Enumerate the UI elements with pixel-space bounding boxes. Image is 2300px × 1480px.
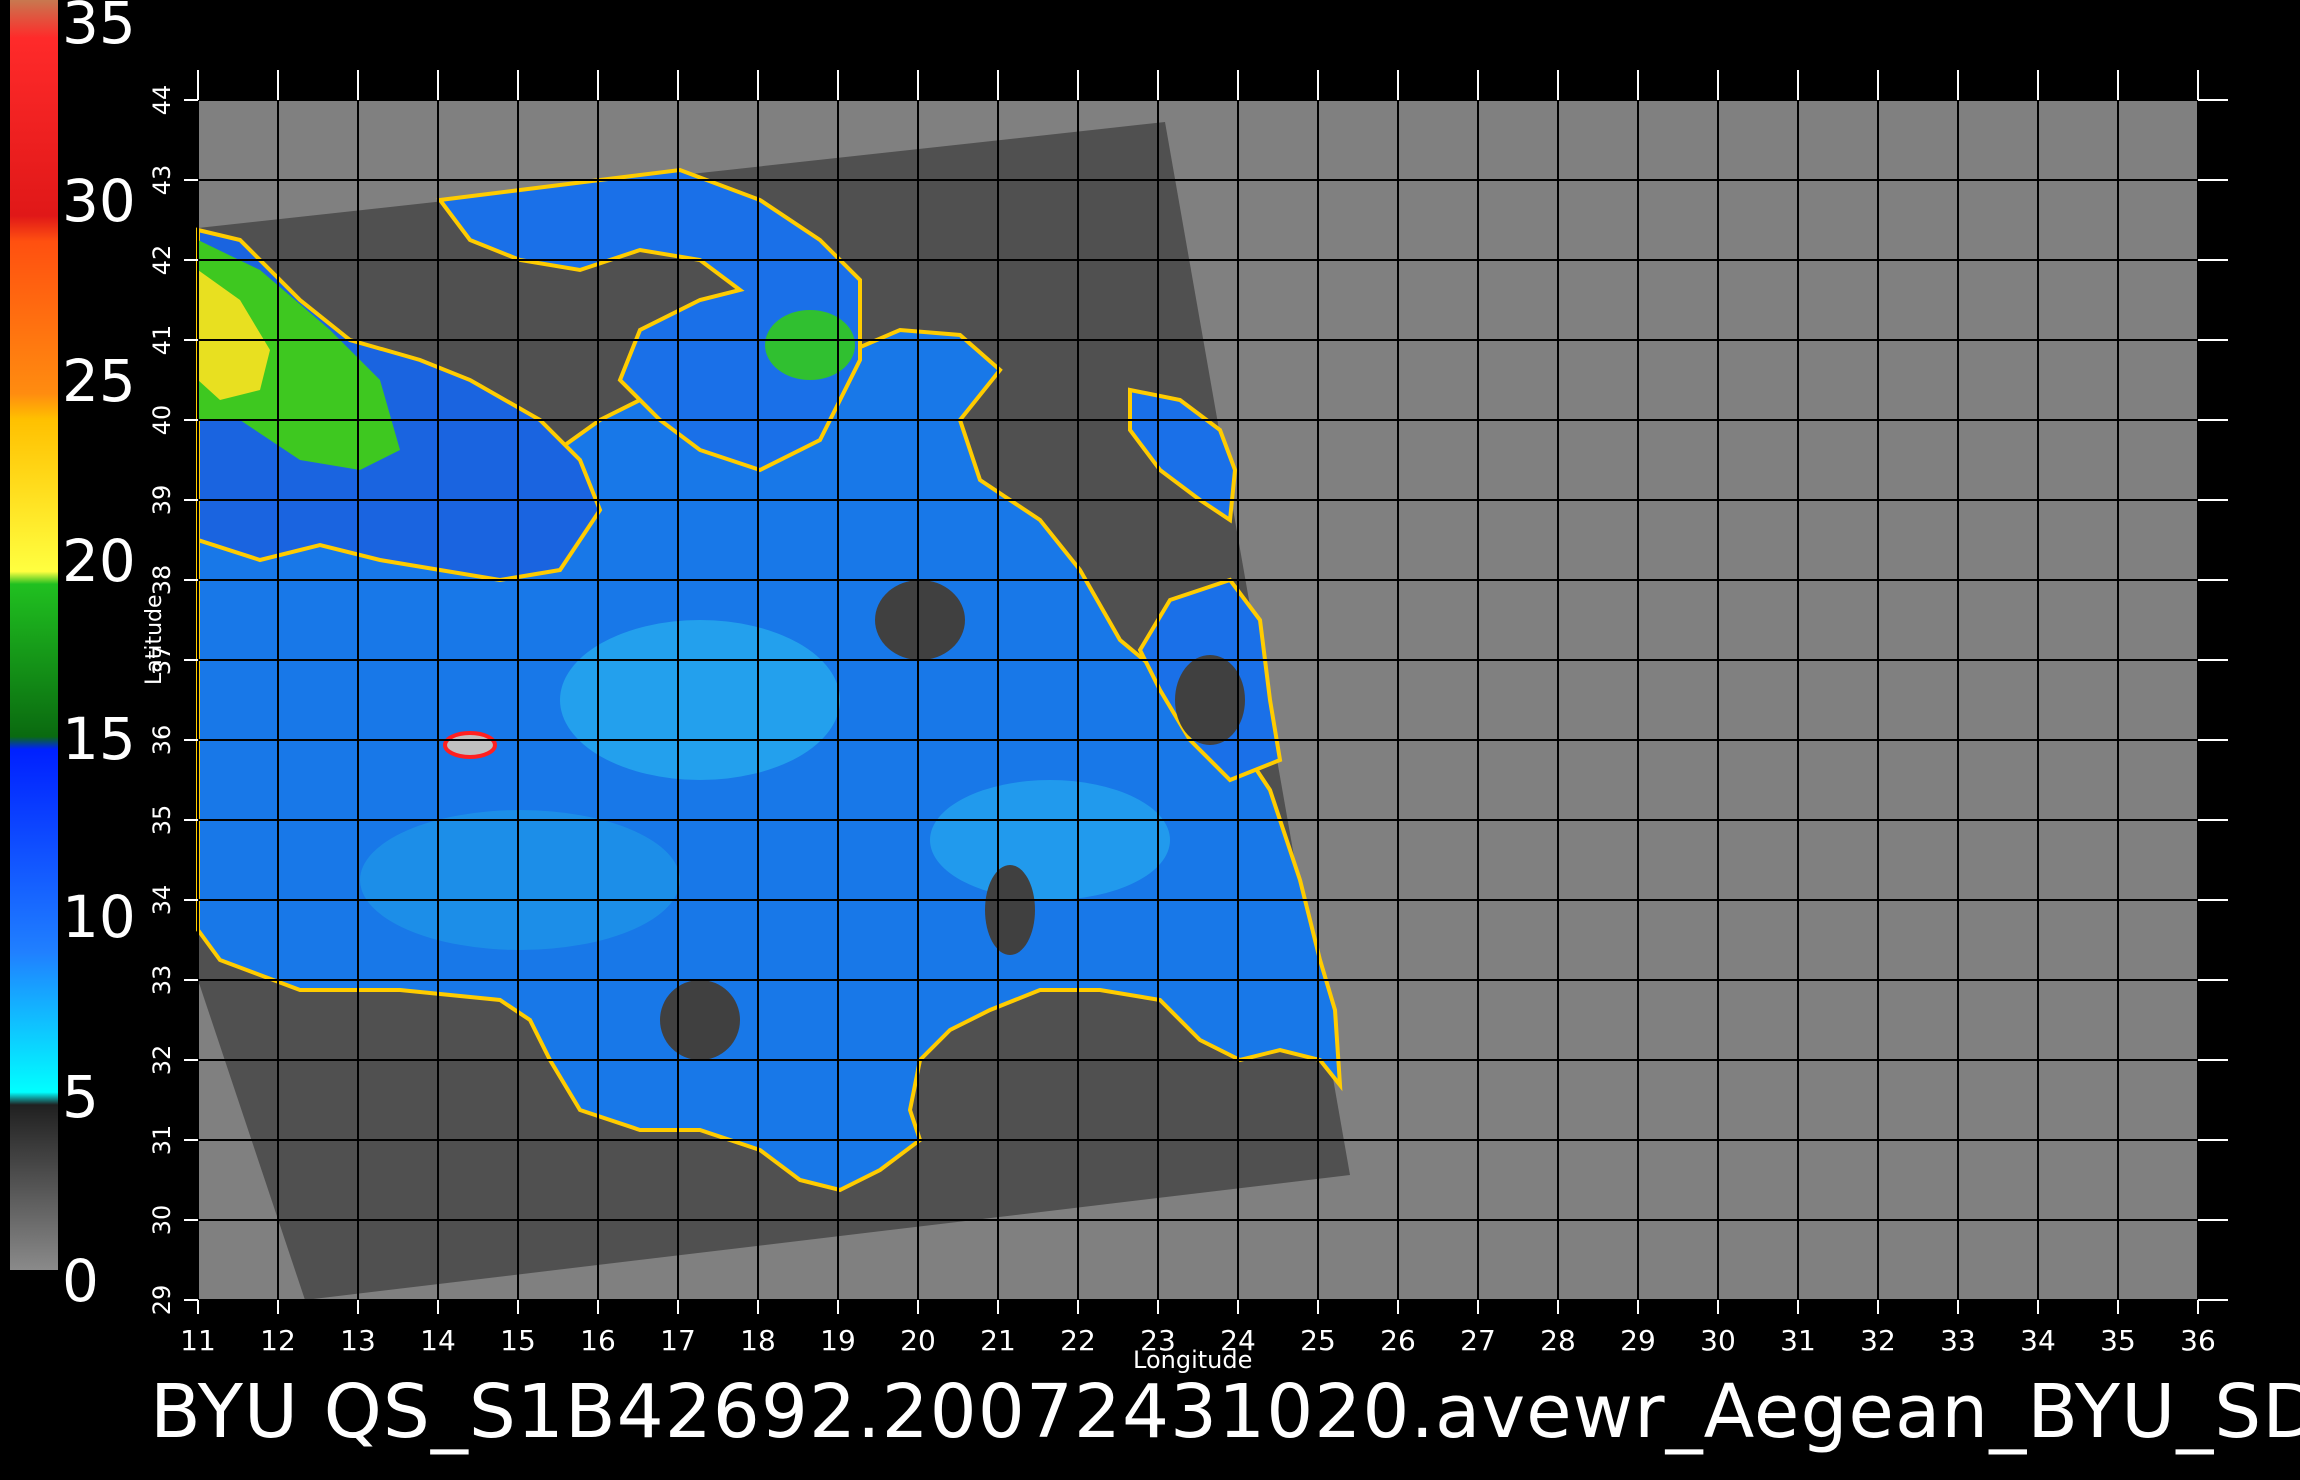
x-tick-label-25: 25 xyxy=(1300,1324,1336,1357)
y-tick-label-31: 31 xyxy=(148,1124,176,1156)
y-tick-label-39: 39 xyxy=(148,484,176,516)
calm-patch-4 xyxy=(1175,655,1245,745)
y-tick-label-41: 41 xyxy=(148,324,176,356)
x-tick-label-21: 21 xyxy=(980,1324,1016,1357)
x-tick-label-22: 22 xyxy=(1060,1324,1096,1357)
calm-patch-3 xyxy=(660,980,740,1060)
x-tick-label-32: 32 xyxy=(1860,1324,1896,1357)
low-wind-patch-3 xyxy=(360,810,680,950)
y-tick-label-40: 40 xyxy=(148,404,176,436)
x-tick-label-15: 15 xyxy=(500,1324,536,1357)
x-tick-label-17: 17 xyxy=(660,1324,696,1357)
x-tick-label-20: 20 xyxy=(900,1324,936,1357)
y-tick-label-42: 42 xyxy=(148,244,176,276)
calm-patch-5 xyxy=(443,731,497,759)
x-tick-label-26: 26 xyxy=(1380,1324,1416,1357)
x-tick-label-36: 36 xyxy=(2180,1324,2216,1357)
y-tick-label-29: 29 xyxy=(148,1284,176,1316)
x-tick-label-11: 11 xyxy=(180,1324,216,1357)
x-tick-label-34: 34 xyxy=(2020,1324,2056,1357)
calm-patch-1 xyxy=(875,580,965,660)
calm-patch-2 xyxy=(985,865,1035,955)
low-wind-patch-2 xyxy=(930,780,1170,900)
image-caption: BYU QS_S1B42692.20072431020.avewr_Aegean… xyxy=(150,1369,2300,1455)
x-tick-label-18: 18 xyxy=(740,1324,776,1357)
y-tick-label-30: 30 xyxy=(148,1204,176,1236)
x-tick-label-19: 19 xyxy=(820,1324,856,1357)
x-tick-label-13: 13 xyxy=(340,1324,376,1357)
wind-speed-map xyxy=(184,70,2228,1314)
x-tick-label-29: 29 xyxy=(1620,1324,1656,1357)
low-wind-patch-1 xyxy=(560,620,840,780)
x-tick-label-35: 35 xyxy=(2100,1324,2136,1357)
x-tick-label-16: 16 xyxy=(580,1324,616,1357)
x-tick-label-33: 33 xyxy=(1940,1324,1976,1357)
x-tick-label-24: 24 xyxy=(1220,1324,1256,1357)
x-tick-label-12: 12 xyxy=(260,1324,296,1357)
y-tick-label-35: 35 xyxy=(148,804,176,836)
x-tick-label-27: 27 xyxy=(1460,1324,1496,1357)
y-tick-label-36: 36 xyxy=(148,724,176,756)
y-tick-label-34: 34 xyxy=(148,884,176,916)
x-tick-label-30: 30 xyxy=(1700,1324,1736,1357)
y-tick-label-43: 43 xyxy=(148,164,176,196)
y-tick-label-44: 44 xyxy=(148,84,176,116)
y-tick-label-33: 33 xyxy=(148,964,176,996)
x-tick-label-23: 23 xyxy=(1140,1324,1176,1357)
x-tick-label-28: 28 xyxy=(1540,1324,1576,1357)
high-wind-patch-north xyxy=(765,310,855,380)
x-tick-label-14: 14 xyxy=(420,1324,456,1357)
figure-canvas: 35 30 25 20 15 10 5 0 Latitude Longitude… xyxy=(0,0,2300,1480)
x-tick-label-31: 31 xyxy=(1780,1324,1816,1357)
y-tick-label-37: 37 xyxy=(148,644,176,676)
y-tick-label-38: 38 xyxy=(148,564,176,596)
y-tick-label-32: 32 xyxy=(148,1044,176,1076)
